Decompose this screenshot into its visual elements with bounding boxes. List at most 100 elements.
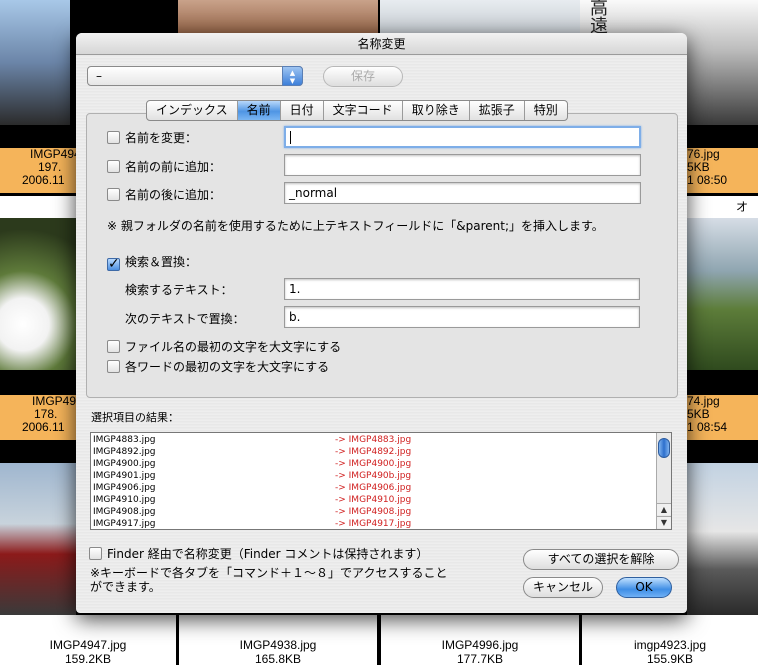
tab-bar: インデックス 名前 日付 文字コード 取り除き 拡張子 特別 (146, 100, 568, 121)
tab-index[interactable]: インデックス (147, 101, 238, 120)
tab-extension[interactable]: 拡張子 (470, 101, 525, 120)
caption-left-mid: IMGP49 178. 2006.11 (0, 395, 76, 440)
bottom-file-size: 177.7KB (456, 652, 504, 665)
bottom-file-name: IMGP4947.jpg (49, 638, 127, 652)
suffix-checkbox[interactable] (107, 188, 120, 201)
preset-popup[interactable]: – ▲ ▼ (87, 66, 303, 86)
bottom-file-name: IMGP4996.jpg (441, 638, 519, 652)
result-new-name: -> IMGP4908.jpg (335, 507, 412, 517)
prefix-checkbox[interactable] (107, 160, 120, 173)
tab-remove[interactable]: 取り除き (403, 101, 470, 120)
result-old-name: IMGP4917.jpg (93, 519, 156, 529)
result-old-name: IMGP4910.jpg (93, 495, 156, 505)
result-old-name: IMGP4901.jpg (93, 471, 156, 481)
finder-row: Finder 経由で名称変更（Finder コメントは保持されます） (89, 545, 428, 562)
search-replace-label: 検索＆置換： (125, 255, 198, 269)
result-row: IMGP4892.jpg -> IMGP4892.jpg (93, 446, 653, 458)
shortcut-note: ※キーボードで各タブを「コマンド＋１〜８」でアクセスすることができます。 (90, 566, 448, 594)
bottom-file-size: 159.2KB (64, 652, 112, 665)
caption-date: 2006.11 (22, 420, 65, 434)
result-old-name: IMGP4906.jpg (93, 483, 156, 493)
ok-button[interactable]: OK (616, 577, 672, 598)
bottom-file-cell[interactable]: IMGP4996.jpg 177.7KB (381, 615, 579, 665)
result-new-name: -> IMGP4892.jpg (335, 447, 412, 457)
result-new-name: -> IMGP4910.jpg (335, 495, 412, 505)
result-old-name: IMGP4908.jpg (93, 507, 156, 517)
parent-note: ※ 親フォルダの名前を使用するために上テキストフィールドに「&parent;」を… (107, 219, 604, 233)
bottom-file-cell[interactable]: IMGP4938.jpg 165.8KB (179, 615, 377, 665)
search-label: 検索するテキスト： (125, 283, 233, 297)
finder-checkbox[interactable] (89, 547, 102, 560)
bottom-file-name: imgp4923.jpg (633, 638, 707, 652)
scroll-down-icon[interactable]: ▼ (657, 516, 671, 528)
change-name-field[interactable] (284, 126, 641, 148)
photo-field (687, 218, 758, 370)
suffix-label: 名前の後に追加： (125, 188, 222, 202)
results-list[interactable]: IMGP4883.jpg -> IMGP4883.jpg IMGP4892.jpg… (90, 432, 672, 530)
result-old-name: IMGP4883.jpg (93, 435, 156, 445)
replace-label: 次のテキストで置換： (125, 312, 245, 326)
result-row: IMGP4910.jpg -> IMGP4910.jpg (93, 494, 653, 506)
result-row: IMGP4900.jpg -> IMGP4900.jpg (93, 458, 653, 470)
result-row: IMGP4908.jpg -> IMGP4908.jpg (93, 506, 653, 518)
photo-tl (0, 0, 70, 125)
prefix-field[interactable] (284, 154, 641, 176)
scroll-thumb[interactable] (658, 438, 670, 458)
result-new-name: -> IMGP4906.jpg (335, 483, 412, 493)
search-replace-checkbox[interactable]: ✓ (107, 257, 120, 271)
change-name-row: 名前を変更： (107, 129, 197, 146)
bottom-file-name: IMGP4938.jpg (239, 638, 317, 652)
search-field[interactable]: 1. (284, 278, 640, 300)
popup-arrows-icon: ▲ ▼ (282, 66, 303, 86)
results-label: 選択項目の結果： (91, 411, 179, 424)
capitalize-words-checkbox[interactable] (107, 360, 120, 373)
caption-right-mid: 74.jpg 5KB 1 08:54 (687, 395, 758, 440)
preset-value: – (96, 69, 102, 83)
result-new-name: -> IMGP4883.jpg (335, 435, 412, 445)
tab-date[interactable]: 日付 (281, 101, 324, 120)
search-replace-row: ✓ 検索＆置換： (107, 253, 197, 271)
capitalize-words-label: 各ワードの最初の文字を大文字にする (125, 360, 330, 374)
capitalize-first-row: ファイル名の最初の文字を大文字にする (107, 338, 341, 355)
results-scrollbar[interactable]: ▲ ▼ (656, 433, 671, 529)
cancel-button[interactable]: キャンセル (523, 577, 603, 598)
result-row: IMGP4883.jpg -> IMGP4883.jpg (93, 434, 653, 446)
bottom-file-cell[interactable]: IMGP4947.jpg 159.2KB (0, 615, 176, 665)
caption-date: 2006.11 (22, 173, 65, 187)
suffix-field[interactable]: _normal (284, 182, 641, 204)
caption-date: 1 08:50 (687, 173, 728, 187)
result-new-name: -> IMGP4917.jpg (335, 519, 412, 529)
caption-right-top: 76.jpg 5KB 1 08:50 (687, 148, 758, 193)
bottom-file-cell[interactable]: imgp4923.jpg 155.9KB (582, 615, 758, 665)
deselect-all-button[interactable]: すべての選択を解除 (523, 549, 679, 570)
result-row: IMGP4906.jpg -> IMGP4906.jpg (93, 482, 653, 494)
caption-date: 1 08:54 (687, 420, 728, 434)
finder-label: Finder 経由で名称変更（Finder コメントは保持されます） (107, 547, 429, 561)
photo-car-right (687, 463, 758, 615)
result-new-name: -> IMGP490b.jpg (335, 471, 412, 481)
caption-left-top: IMGP494 197. 2006.11 (0, 148, 81, 193)
bottom-file-size: 155.9KB (646, 652, 694, 665)
dialog-title: 名称変更 (76, 33, 687, 55)
scroll-up-icon[interactable]: ▲ (657, 503, 671, 515)
result-row: IMGP4901.jpg -> IMGP490b.jpg (93, 470, 653, 482)
photo-flowers (0, 218, 76, 370)
tab-special[interactable]: 特別 (525, 101, 567, 120)
rename-dialog: 名称変更 – ▲ ▼ 保存 インデックス 名前 日付 文字コード 取り除き 拡張子… (76, 33, 687, 613)
tab-char-code[interactable]: 文字コード (324, 101, 403, 120)
suffix-row: 名前の後に追加： (107, 186, 221, 203)
change-name-checkbox[interactable] (107, 131, 120, 144)
change-name-label: 名前を変更： (125, 131, 198, 145)
capitalize-first-checkbox[interactable] (107, 340, 120, 353)
photo-car-left (0, 463, 76, 615)
result-new-name: -> IMGP4900.jpg (335, 459, 412, 469)
separator-row (0, 196, 76, 218)
bottom-file-size: 165.8KB (254, 652, 302, 665)
replace-field[interactable]: b. (284, 306, 640, 328)
tab-name[interactable]: 名前 (237, 101, 281, 120)
save-button[interactable]: 保存 (323, 66, 403, 87)
prefix-label: 名前の前に追加： (125, 160, 222, 174)
capitalize-first-label: ファイル名の最初の文字を大文字にする (125, 340, 342, 354)
result-row: IMGP4917.jpg -> IMGP4917.jpg (93, 518, 653, 529)
capitalize-words-row: 各ワードの最初の文字を大文字にする (107, 358, 329, 375)
